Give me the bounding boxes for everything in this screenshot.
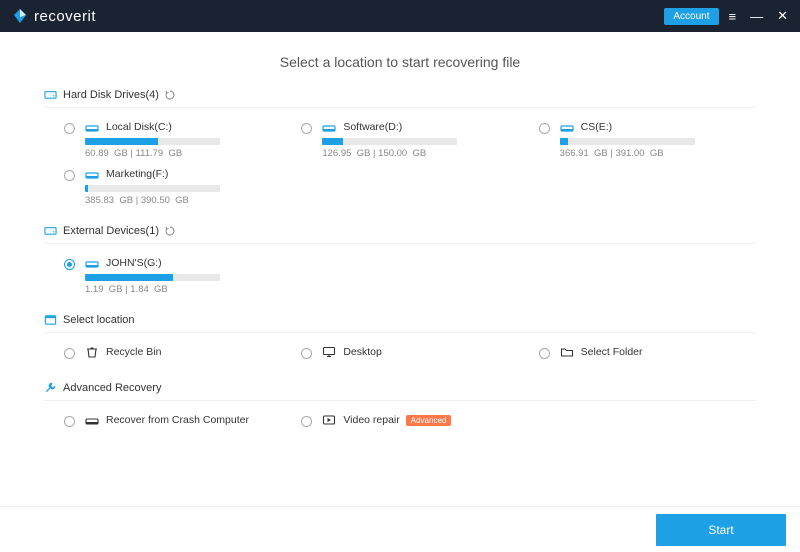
section-head-hdd: Hard Disk Drives(4) bbox=[44, 88, 756, 108]
item-label: Desktop bbox=[343, 346, 382, 358]
usage-text: 1.19 GB | 1.84 GB bbox=[85, 284, 281, 295]
section-label: Select location bbox=[63, 314, 135, 326]
page-title: Select a location to start recovering fi… bbox=[44, 54, 756, 70]
minimize-icon[interactable]: — bbox=[750, 9, 763, 24]
section-label: External Devices(1) bbox=[63, 225, 159, 237]
radio-desktop[interactable] bbox=[301, 348, 312, 359]
section-head-location: Select location bbox=[44, 313, 756, 333]
location-desktop[interactable]: Desktop bbox=[301, 345, 518, 363]
drive-icon bbox=[85, 120, 99, 134]
radio-recycle[interactable] bbox=[64, 348, 75, 359]
logo-icon bbox=[12, 8, 28, 24]
item-body: Desktop bbox=[322, 345, 518, 363]
drive-icon bbox=[560, 120, 574, 134]
usage-text: 60.89 GB | 111.79 GB bbox=[85, 148, 281, 159]
external-grid: JOHN'S(G:) 1.19 GB | 1.84 GB bbox=[44, 244, 756, 299]
menu-icon[interactable]: ≡ bbox=[729, 9, 737, 24]
usage-text: 366.91 GB | 391.00 GB bbox=[560, 148, 756, 159]
account-button[interactable]: Account bbox=[664, 8, 718, 25]
item-label: Recover from Crash Computer bbox=[106, 414, 249, 426]
radio-g[interactable] bbox=[64, 259, 75, 270]
drive-icon bbox=[85, 256, 99, 270]
section-head-external: External Devices(1) bbox=[44, 224, 756, 244]
close-icon[interactable]: ✕ bbox=[777, 8, 788, 24]
usage-bar bbox=[85, 138, 220, 145]
main-content: Select a location to start recovering fi… bbox=[0, 32, 800, 435]
drive-body: JOHN'S(G:) 1.19 GB | 1.84 GB bbox=[85, 256, 281, 295]
usage-bar bbox=[322, 138, 457, 145]
section-head-advanced: Advanced Recovery bbox=[44, 381, 756, 401]
radio-e[interactable] bbox=[539, 123, 550, 134]
section-label: Advanced Recovery bbox=[63, 382, 161, 394]
title-bar: recoverit Account ≡ — ✕ bbox=[0, 0, 800, 32]
wrench-icon bbox=[44, 381, 57, 394]
crash-icon bbox=[85, 413, 99, 427]
brand-text: recoverit bbox=[34, 8, 96, 25]
location-icon bbox=[44, 313, 57, 326]
window-controls: ≡ — ✕ bbox=[729, 8, 789, 24]
drive-label: Software(D:) bbox=[343, 121, 402, 133]
radio-folder[interactable] bbox=[539, 348, 550, 359]
drive-e[interactable]: CS(E:) 366.91 GB | 391.00 GB bbox=[539, 120, 756, 159]
drive-label: Local Disk(C:) bbox=[106, 121, 172, 133]
refresh-icon[interactable] bbox=[165, 90, 175, 100]
folder-icon bbox=[560, 345, 574, 359]
section-location: Select location Recycle Bin Desktop Sele… bbox=[44, 313, 756, 367]
item-label: Select Folder bbox=[581, 346, 643, 358]
radio-crash[interactable] bbox=[64, 416, 75, 427]
drive-body: Marketing(F:) 385.83 GB | 390.50 GB bbox=[85, 167, 281, 206]
section-advanced: Advanced Recovery Recover from Crash Com… bbox=[44, 381, 756, 435]
radio-c[interactable] bbox=[64, 123, 75, 134]
location-folder[interactable]: Select Folder bbox=[539, 345, 756, 363]
usage-text: 126.95 GB | 150.00 GB bbox=[322, 148, 518, 159]
hdd-grid: Local Disk(C:) 60.89 GB | 111.79 GB Soft… bbox=[44, 108, 756, 210]
item-label: Recycle Bin bbox=[106, 346, 161, 358]
advanced-video[interactable]: Video repair Advanced bbox=[301, 413, 518, 431]
location-recycle[interactable]: Recycle Bin bbox=[64, 345, 281, 363]
item-body: Select Folder bbox=[560, 345, 756, 363]
usage-bar bbox=[560, 138, 695, 145]
advanced-badge: Advanced bbox=[406, 415, 452, 426]
start-button[interactable]: Start bbox=[656, 514, 786, 546]
drive-body: CS(E:) 366.91 GB | 391.00 GB bbox=[560, 120, 756, 159]
drive-icon bbox=[85, 167, 99, 181]
drive-label: JOHN'S(G:) bbox=[106, 257, 162, 269]
radio-d[interactable] bbox=[301, 123, 312, 134]
drive-c[interactable]: Local Disk(C:) 60.89 GB | 111.79 GB bbox=[64, 120, 281, 159]
recycle-bin-icon bbox=[85, 345, 99, 359]
drive-label: CS(E:) bbox=[581, 121, 613, 133]
external-icon bbox=[44, 224, 57, 237]
drive-body: Local Disk(C:) 60.89 GB | 111.79 GB bbox=[85, 120, 281, 159]
radio-video[interactable] bbox=[301, 416, 312, 427]
section-external: External Devices(1) JOHN'S(G:) 1.19 GB |… bbox=[44, 224, 756, 299]
hdd-icon bbox=[44, 88, 57, 101]
item-body: Recover from Crash Computer bbox=[85, 413, 281, 431]
drive-body: Software(D:) 126.95 GB | 150.00 GB bbox=[322, 120, 518, 159]
app-logo: recoverit bbox=[12, 8, 96, 25]
drive-icon bbox=[322, 120, 336, 134]
refresh-icon[interactable] bbox=[165, 226, 175, 236]
usage-bar bbox=[85, 274, 220, 281]
footer-bar: Start bbox=[0, 506, 800, 552]
drive-g[interactable]: JOHN'S(G:) 1.19 GB | 1.84 GB bbox=[64, 256, 281, 295]
item-label: Video repair bbox=[343, 414, 399, 426]
usage-text: 385.83 GB | 390.50 GB bbox=[85, 195, 281, 206]
section-hdd: Hard Disk Drives(4) Local Disk(C:) 60.89… bbox=[44, 88, 756, 210]
section-label: Hard Disk Drives(4) bbox=[63, 89, 159, 101]
item-body: Recycle Bin bbox=[85, 345, 281, 363]
advanced-grid: Recover from Crash Computer Video repair… bbox=[44, 401, 756, 435]
advanced-crash[interactable]: Recover from Crash Computer bbox=[64, 413, 281, 431]
item-body: Video repair Advanced bbox=[322, 413, 518, 431]
radio-f[interactable] bbox=[64, 170, 75, 181]
drive-d[interactable]: Software(D:) 126.95 GB | 150.00 GB bbox=[301, 120, 518, 159]
video-icon bbox=[322, 413, 336, 427]
drive-label: Marketing(F:) bbox=[106, 168, 168, 180]
location-grid: Recycle Bin Desktop Select Folder bbox=[44, 333, 756, 367]
desktop-icon bbox=[322, 345, 336, 359]
drive-f[interactable]: Marketing(F:) 385.83 GB | 390.50 GB bbox=[64, 167, 281, 206]
usage-bar bbox=[85, 185, 220, 192]
